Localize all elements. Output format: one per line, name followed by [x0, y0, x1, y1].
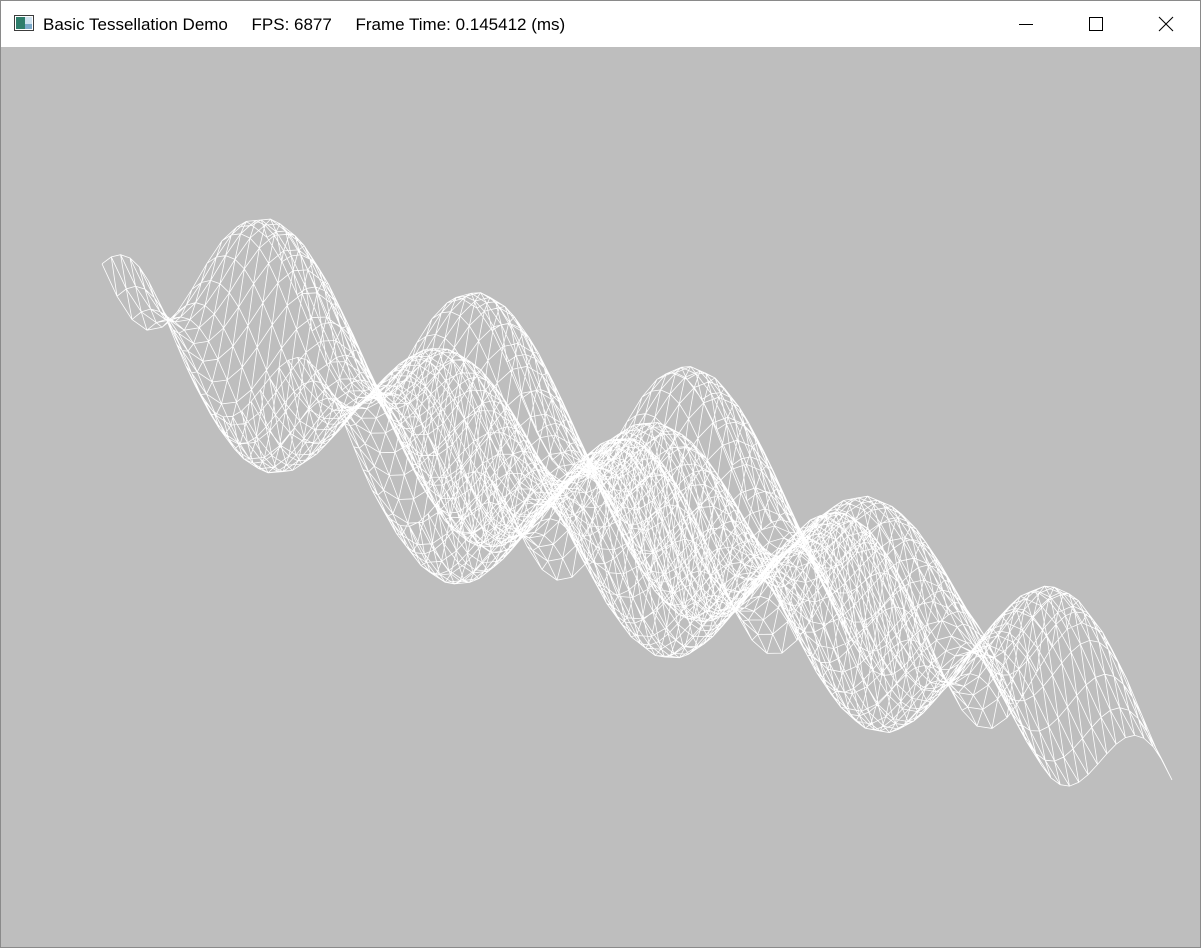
- close-button[interactable]: [1131, 1, 1200, 47]
- render-viewport[interactable]: [1, 47, 1200, 947]
- maximize-button[interactable]: [1061, 1, 1131, 47]
- title-bar[interactable]: Basic Tessellation Demo FPS: 6877 Frame …: [1, 1, 1200, 47]
- app-window: Basic Tessellation Demo FPS: 6877 Frame …: [0, 0, 1201, 948]
- window-title: Basic Tessellation Demo FPS: 6877 Frame …: [43, 14, 565, 36]
- maximize-icon: [1089, 17, 1103, 31]
- fps-readout: FPS: 6877: [251, 15, 332, 34]
- mesh-wireframe-lines: [101, 218, 1173, 787]
- wireframe-mesh: [101, 218, 1173, 787]
- frame-time-readout: Frame Time: 0.145412 (ms): [355, 15, 566, 34]
- minimize-icon: [1019, 24, 1033, 25]
- app-name: Basic Tessellation Demo: [43, 15, 228, 34]
- close-icon: [1158, 16, 1174, 32]
- app-icon: [14, 15, 34, 31]
- minimize-button[interactable]: [991, 1, 1061, 47]
